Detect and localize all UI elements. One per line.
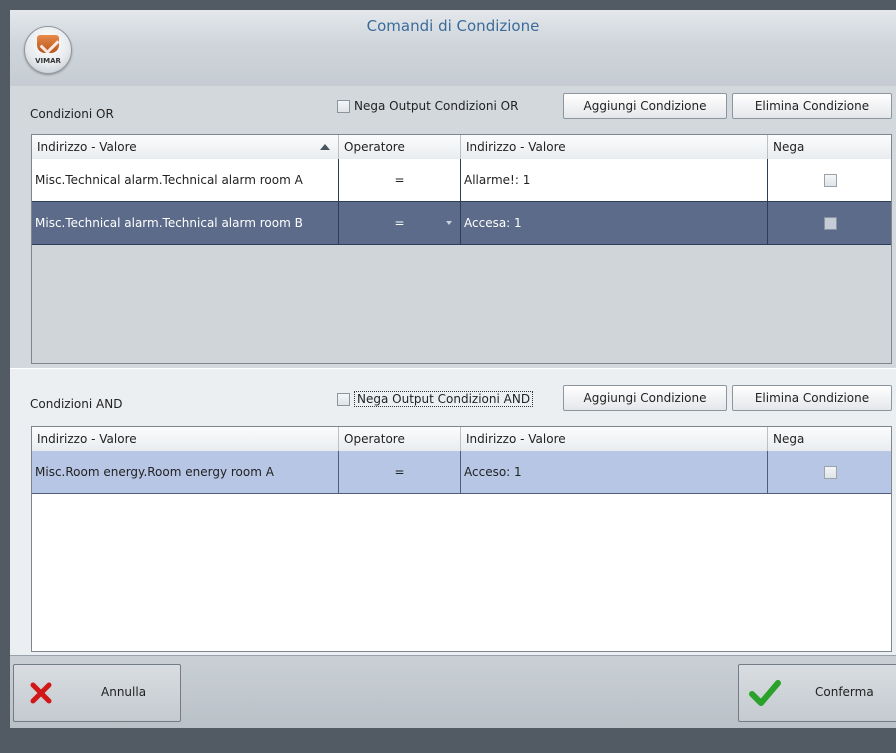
and-section-label: Condizioni AND bbox=[30, 397, 123, 411]
or-add-condition-button[interactable]: Aggiungi Condizione bbox=[563, 93, 727, 119]
title-bar: Comandi di Condizione VIMAR bbox=[10, 10, 896, 87]
and-conditions-grid[interactable]: Indirizzo - Valore Operatore Indirizzo -… bbox=[31, 426, 892, 652]
bottom-toolbar: Annulla Conferma bbox=[10, 655, 896, 729]
and-grid-header: Indirizzo - Valore Operatore Indirizzo -… bbox=[32, 427, 891, 452]
app-menu-orb[interactable]: VIMAR bbox=[24, 26, 72, 74]
column-header-operator[interactable]: Operatore bbox=[339, 427, 461, 451]
cell-address[interactable]: Misc.Room energy.Room energy room A bbox=[32, 451, 339, 493]
column-header-negate[interactable]: Nega bbox=[768, 135, 891, 159]
cell-value[interactable]: Allarme!: 1 bbox=[461, 159, 768, 201]
checkbox-icon[interactable] bbox=[337, 99, 350, 113]
table-row-selected[interactable]: Misc.Room energy.Room energy room A = Ac… bbox=[32, 451, 891, 494]
cell-address[interactable]: Misc.Technical alarm.Technical alarm roo… bbox=[32, 202, 339, 244]
dropdown-arrow-icon[interactable] bbox=[446, 221, 452, 225]
negate-checkbox[interactable] bbox=[823, 217, 837, 230]
checkbox-icon[interactable] bbox=[337, 392, 350, 406]
column-header-address[interactable]: Indirizzo - Valore bbox=[32, 427, 339, 451]
and-conditions-panel: Condizioni AND Nega Output Condizioni AN… bbox=[10, 368, 896, 656]
cell-value[interactable]: Accesa: 1 bbox=[461, 202, 768, 244]
grid-empty-area bbox=[32, 245, 891, 363]
negate-checkbox[interactable] bbox=[823, 174, 837, 187]
or-grid-header: Indirizzo - Valore Operatore Indirizzo -… bbox=[32, 135, 891, 160]
green-check-icon bbox=[749, 680, 781, 706]
cancel-label: Annulla bbox=[101, 685, 147, 699]
column-header-value[interactable]: Indirizzo - Valore bbox=[461, 427, 768, 451]
and-remove-condition-button[interactable]: Elimina Condizione bbox=[732, 385, 892, 411]
cell-value[interactable]: Acceso: 1 bbox=[461, 451, 768, 493]
status-bar bbox=[0, 728, 896, 753]
red-x-icon bbox=[30, 682, 52, 704]
or-section-label: Condizioni OR bbox=[30, 107, 114, 121]
or-negate-checkbox[interactable]: Nega Output Condizioni OR bbox=[337, 99, 518, 113]
sort-ascending-icon bbox=[320, 144, 330, 150]
vimar-logo-icon bbox=[37, 35, 59, 53]
cell-operator[interactable]: = bbox=[339, 451, 461, 493]
table-row-selected[interactable]: Misc.Technical alarm.Technical alarm roo… bbox=[32, 202, 891, 245]
or-conditions-panel: Condizioni OR Nega Output Condizioni OR … bbox=[10, 86, 896, 368]
window-title: Comandi di Condizione bbox=[366, 17, 540, 35]
column-header-address[interactable]: Indirizzo - Valore bbox=[32, 135, 339, 159]
dialog-window: Comandi di Condizione VIMAR Condizioni O… bbox=[0, 0, 896, 753]
cell-negate[interactable] bbox=[768, 159, 891, 201]
confirm-button[interactable]: Conferma bbox=[738, 664, 896, 722]
column-header-value[interactable]: Indirizzo - Valore bbox=[461, 135, 768, 159]
and-add-condition-button[interactable]: Aggiungi Condizione bbox=[563, 385, 727, 411]
cell-operator[interactable]: = bbox=[339, 159, 461, 201]
or-negate-label: Nega Output Condizioni OR bbox=[354, 99, 519, 113]
and-negate-label: Nega Output Condizioni AND bbox=[354, 391, 534, 407]
negate-checkbox[interactable] bbox=[823, 466, 837, 479]
cancel-button[interactable]: Annulla bbox=[13, 664, 181, 722]
cell-negate[interactable] bbox=[768, 451, 891, 493]
brand-label: VIMAR bbox=[35, 57, 61, 65]
or-remove-condition-button[interactable]: Elimina Condizione bbox=[732, 93, 892, 119]
cell-negate[interactable] bbox=[768, 202, 891, 244]
confirm-label: Conferma bbox=[815, 685, 874, 699]
cell-operator[interactable]: = bbox=[339, 202, 461, 244]
or-conditions-grid[interactable]: Indirizzo - Valore Operatore Indirizzo -… bbox=[31, 134, 892, 364]
column-header-negate[interactable]: Nega bbox=[768, 427, 891, 451]
table-row[interactable]: Misc.Technical alarm.Technical alarm roo… bbox=[32, 159, 891, 202]
and-negate-checkbox[interactable]: Nega Output Condizioni AND bbox=[337, 391, 534, 407]
column-header-operator[interactable]: Operatore bbox=[339, 135, 461, 159]
cell-address[interactable]: Misc.Technical alarm.Technical alarm roo… bbox=[32, 159, 339, 201]
